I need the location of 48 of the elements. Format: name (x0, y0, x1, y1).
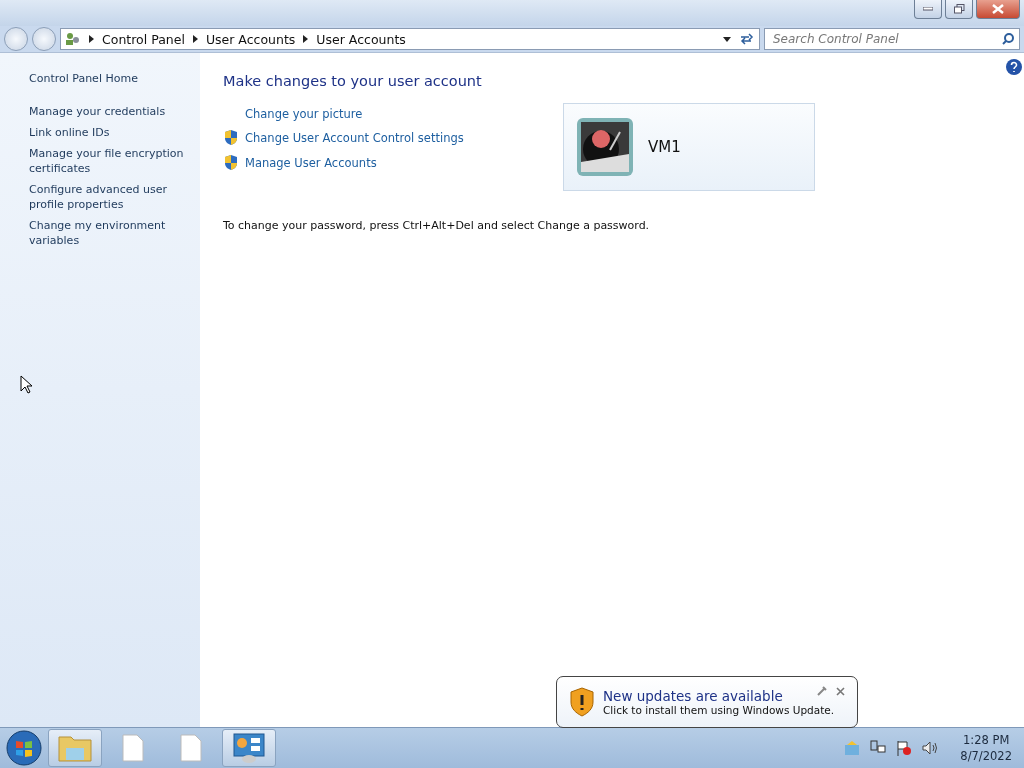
dropdown-icon[interactable] (723, 36, 731, 42)
breadcrumb-item[interactable]: User Accounts (316, 31, 406, 47)
restore-icon (953, 4, 965, 14)
document-icon (122, 734, 144, 762)
sidebar-link[interactable]: Manage your credentials (29, 104, 194, 119)
cursor-icon (20, 375, 33, 394)
password-note: To change your password, press Ctrl+Alt+Del and select Change a password. (223, 219, 651, 232)
task-link[interactable]: Manage User Accounts (245, 155, 377, 170)
breadcrumb-item[interactable]: Control Panel (102, 31, 185, 47)
minimize-icon (923, 7, 933, 11)
notification-message: Click to install them using Windows Update. (603, 704, 835, 716)
restore-button[interactable] (945, 0, 973, 19)
document-icon (180, 734, 202, 762)
page-heading: Make changes to your user account (223, 73, 483, 89)
taskbar-button[interactable] (222, 729, 276, 767)
warning-shield-icon (569, 687, 595, 717)
network-icon[interactable] (870, 740, 887, 756)
account-name: VM1 (648, 138, 681, 156)
refresh-icon[interactable] (739, 32, 755, 46)
flag-icon[interactable] (896, 740, 913, 756)
start-button[interactable] (4, 729, 44, 767)
search-icon (1002, 33, 1014, 45)
close-icon[interactable] (836, 687, 845, 696)
folder-icon (58, 734, 92, 762)
sidebar-link[interactable]: Link online IDs (29, 125, 194, 140)
close-button[interactable] (976, 0, 1020, 19)
wrench-icon[interactable] (817, 686, 827, 696)
chevron-icon (89, 35, 94, 43)
clock[interactable]: 1:28 PM 8/7/2022 (960, 732, 1012, 764)
breadcrumb-item[interactable]: User Accounts (205, 31, 296, 47)
chevron-icon (192, 35, 198, 43)
minimize-button[interactable] (914, 0, 942, 19)
notification-balloon[interactable]: New updates are available Click to install them using Windows Update. (556, 676, 858, 728)
sidebar-link[interactable]: Control Panel Home (29, 71, 194, 86)
chevron-icon (303, 35, 309, 43)
task-link[interactable]: Change your picture (245, 107, 363, 121)
notification-title: New updates are available (603, 688, 783, 704)
task-link[interactable]: Change User Account Control settings (245, 130, 464, 145)
sidebar-link[interactable]: Configure advanced user profile properties (29, 182, 194, 212)
close-icon (992, 4, 1004, 14)
address-bar[interactable]: Control Panel User Accounts User Accounts (60, 28, 760, 50)
speaker-icon[interactable] (922, 740, 939, 756)
search-field[interactable]: Search Control Panel (764, 28, 1020, 50)
sidebar-link[interactable]: Manage your file encryption certificates (29, 146, 194, 176)
control-panel-icon (233, 733, 265, 763)
users-icon (65, 31, 81, 47)
help-icon[interactable] (1006, 59, 1022, 75)
sidebar-link[interactable]: Change my environment variables (29, 218, 194, 248)
